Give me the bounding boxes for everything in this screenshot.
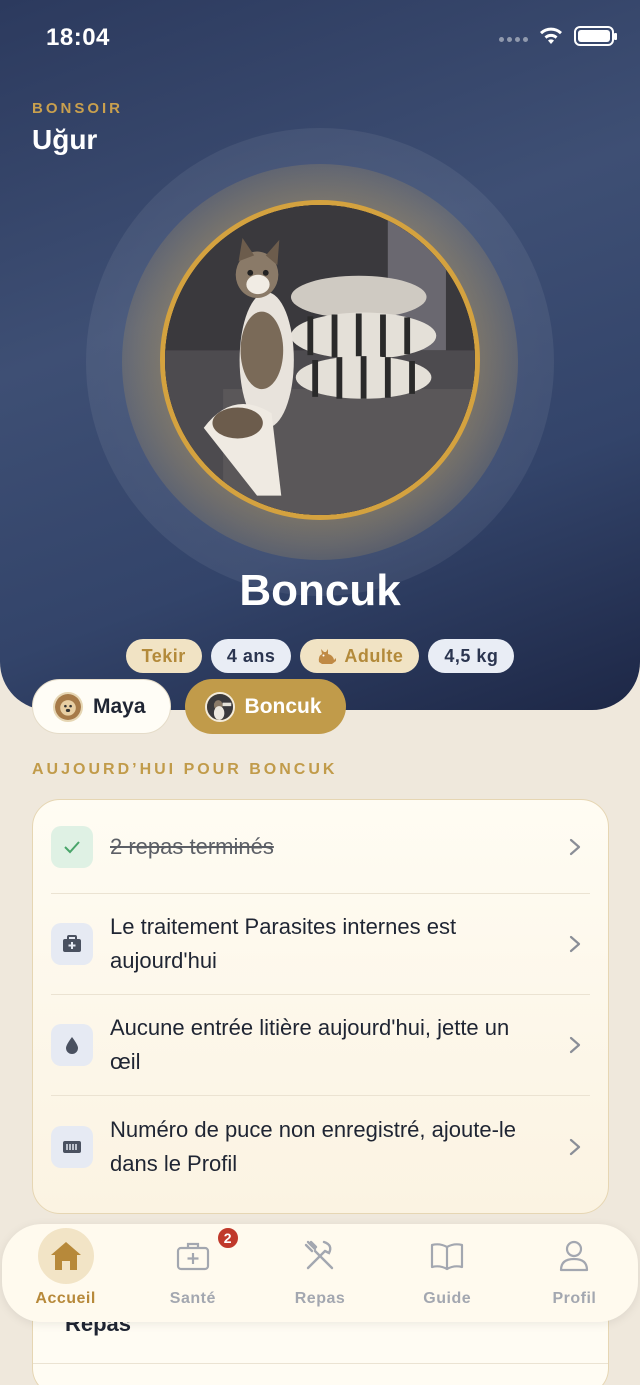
profile-icon — [560, 1240, 589, 1272]
bottom-tab-bar: Accueil 2 Santé Repas Guide Profil — [2, 1224, 638, 1322]
utensils-icon — [304, 1240, 334, 1270]
cat-photo-illustration — [165, 205, 475, 515]
tab-label: Santé — [169, 1290, 216, 1307]
tab-accueil[interactable]: Accueil — [2, 1224, 129, 1322]
breed-chip-label: Tekir — [141, 645, 186, 666]
chip-icon — [51, 1125, 93, 1168]
pet-tab-maya[interactable]: Maya — [32, 679, 171, 734]
pet-photo[interactable] — [160, 200, 480, 520]
avatar — [53, 691, 83, 722]
book-icon — [431, 1243, 464, 1271]
avatar — [204, 691, 235, 722]
divider — [33, 1363, 608, 1364]
today-card: 2 repas terminés Le traitement Parasites… — [32, 799, 609, 1214]
chevron-right-icon — [569, 1036, 581, 1054]
greeting-label: BONSOIR — [32, 100, 124, 117]
pet-info-chips: Tekir 4 ans Adulte 4,5 kg — [0, 639, 640, 673]
tab-guide[interactable]: Guide — [384, 1224, 511, 1322]
wifi-icon — [540, 27, 562, 44]
status-time: 18:04 — [46, 24, 110, 51]
signal-icon — [499, 36, 528, 42]
health-icon — [176, 1242, 209, 1271]
list-item-meals-done[interactable]: 2 repas terminés — [51, 800, 590, 894]
tab-repas[interactable]: Repas — [256, 1224, 383, 1322]
list-item-microchip[interactable]: Numéro de puce non enregistré, ajoute-le… — [51, 1096, 590, 1197]
pet-tab-label: Boncuk — [244, 694, 322, 718]
tab-sante[interactable]: 2 Santé — [129, 1224, 256, 1322]
status-icons — [499, 26, 617, 46]
check-icon — [51, 825, 93, 868]
list-item-label: 2 repas terminés — [110, 833, 274, 859]
tab-label: Guide — [423, 1290, 472, 1307]
tab-label: Profil — [552, 1290, 597, 1307]
tab-label: Repas — [294, 1290, 346, 1307]
medical-kit-icon — [51, 923, 93, 965]
water-drop-icon — [51, 1024, 93, 1066]
tab-profil[interactable]: Profil — [511, 1224, 638, 1322]
age-chip: 4 ans — [210, 639, 292, 673]
chevron-right-icon — [569, 935, 581, 953]
list-item-label: Numéro de puce non enregistré, ajoute-le… — [110, 1116, 517, 1176]
age-chip-label: 4 ans — [226, 645, 276, 666]
pet-tab-label: Maya — [93, 694, 146, 718]
list-item-label: Le traitement Parasites internes est aujo… — [110, 914, 457, 973]
notification-badge: 2 — [215, 1226, 240, 1250]
user-name: Uğur — [32, 124, 98, 155]
life-stage-chip-label: Adulte — [344, 645, 404, 666]
today-section-title: AUJOURD’HUI POUR BONCUK — [32, 761, 338, 778]
pet-switcher: Maya Boncuk — [32, 679, 346, 734]
chevron-right-icon — [569, 1138, 581, 1155]
pet-tab-boncuk[interactable]: Boncuk — [184, 679, 346, 734]
hero-header: 18:04 BONSOIR Uğur Boncuk Tekir 4 ans Ad… — [0, 0, 640, 710]
tab-label: Accueil — [35, 1290, 96, 1307]
weight-chip-label: 4,5 kg — [444, 645, 499, 666]
weight-chip: 4,5 kg — [428, 639, 515, 673]
chevron-right-icon — [569, 838, 581, 855]
list-item-litter[interactable]: Aucune entrée litière aujourd'hui, jette… — [51, 995, 590, 1096]
list-item-treatment[interactable]: Le traitement Parasites internes est aujo… — [51, 894, 590, 995]
pet-name: Boncuk — [239, 566, 401, 615]
list-item-label: Aucune entrée litière aujourd'hui, jette… — [110, 1015, 510, 1074]
home-icon — [50, 1242, 81, 1270]
cat-icon — [319, 649, 337, 664]
life-stage-chip: Adulte — [300, 639, 420, 673]
breed-chip: Tekir — [125, 639, 202, 673]
battery-icon — [574, 26, 617, 46]
